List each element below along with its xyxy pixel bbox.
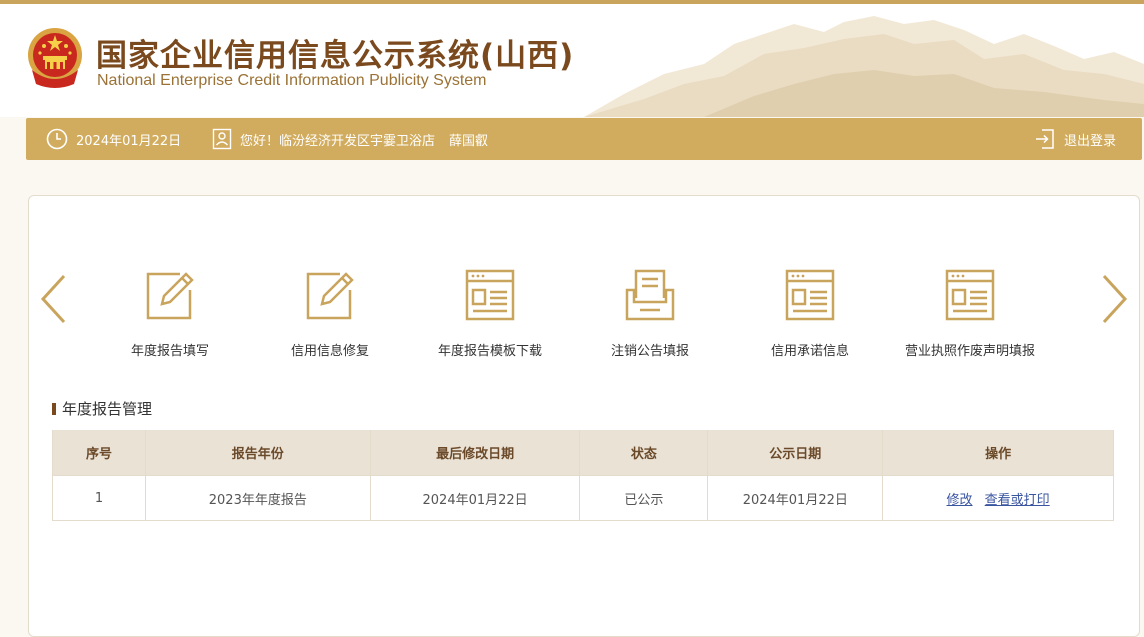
logout-icon (1036, 129, 1054, 149)
cell-actions: 修改 查看或打印 (882, 475, 1114, 521)
cell-status: 已公示 (579, 475, 709, 521)
annual-report-table: 序号 报告年份 最后修改日期 状态 公示日期 操作 1 2023年年度报告 20… (52, 430, 1114, 521)
column-header-publish-date: 公示日期 (707, 430, 884, 476)
nav-cancellation-notice[interactable]: 注销公告填报 (570, 268, 730, 368)
section-title-text: 年度报告管理 (62, 400, 153, 418)
nav-credit-commitment[interactable]: 信用承诺信息 (730, 268, 890, 368)
cell-index: 1 (52, 475, 146, 521)
table-row: 1 2023年年度报告 2024年01月22日 已公示 2024年01月22日 … (52, 475, 1114, 521)
main-panel (28, 195, 1140, 637)
cell-year: 2023年年度报告 (144, 475, 371, 521)
column-header-index: 序号 (52, 430, 146, 476)
date-display: 2024年01月22日 (46, 118, 181, 160)
site-title-english: National Enterprise Credit Information P… (97, 72, 487, 89)
edit-link[interactable]: 修改 (947, 493, 973, 508)
view-print-link[interactable]: 查看或打印 (985, 493, 1050, 508)
column-header-year: 报告年份 (144, 430, 371, 476)
column-header-actions: 操作 (882, 430, 1114, 476)
nav-label: 注销公告填报 (610, 344, 689, 359)
user-info: 您好！临汾经济开发区宇霎卫浴店 薛国叡 (212, 118, 488, 160)
cell-publish-date: 2024年01月22日 (707, 475, 884, 521)
nav-annual-report-fill[interactable]: 年度报告填写 (90, 268, 250, 368)
greeting-text: 您好！临汾经济开发区宇霎卫浴店 (240, 133, 436, 149)
column-header-status: 状态 (579, 430, 709, 476)
section-heading: 年度报告管理 (52, 398, 152, 419)
carousel-next-arrow-icon[interactable] (1100, 272, 1130, 326)
site-title: 国家企业信用信息公示系统(山西) (96, 38, 575, 74)
current-date: 2024年01月22日 (76, 133, 182, 149)
user-name: 薛国叡 (449, 133, 489, 149)
nav-label: 营业执照作废声明填报 (904, 344, 1035, 359)
document-template-icon (465, 269, 515, 321)
edit-form-icon (306, 272, 354, 320)
nav-credit-repair[interactable]: 信用信息修复 (250, 268, 410, 368)
edit-form-icon (146, 272, 194, 320)
nav-label: 信用承诺信息 (770, 344, 849, 359)
quick-nav: 年度报告填写 信用信息修复 年度报告模板下载 注销公告填报 信用承诺信息 营业执… (90, 268, 1090, 368)
nav-template-download[interactable]: 年度报告模板下载 (410, 268, 570, 368)
table-header-row: 序号 报告年份 最后修改日期 状态 公示日期 操作 (52, 430, 1114, 476)
info-bar: 2024年01月22日 您好！临汾经济开发区宇霎卫浴店 薛国叡 退出登录 (26, 118, 1142, 160)
clock-icon (46, 128, 68, 150)
nav-label: 年度报告填写 (130, 344, 209, 359)
carousel-prev-arrow-icon[interactable] (38, 272, 68, 326)
document-template-icon (785, 269, 835, 321)
nav-label: 年度报告模板下载 (437, 344, 542, 359)
nav-license-void-statement[interactable]: 营业执照作废声明填报 (890, 268, 1050, 368)
logout-button[interactable]: 退出登录 (1034, 118, 1116, 160)
user-card-icon (212, 128, 232, 150)
site-header: 国家企业信用信息公示系统(山西) National Enterprise Cre… (0, 4, 1144, 117)
national-emblem-icon (28, 28, 82, 88)
logout-label: 退出登录 (1064, 133, 1117, 149)
cell-modified: 2024年01月22日 (369, 475, 581, 521)
nav-label: 信用信息修复 (290, 344, 369, 359)
section-marker (52, 402, 56, 415)
column-header-modified: 最后修改日期 (369, 430, 581, 476)
document-template-icon (945, 269, 995, 321)
inbox-tray-icon (625, 269, 675, 321)
mountain-decoration (584, 16, 1144, 117)
